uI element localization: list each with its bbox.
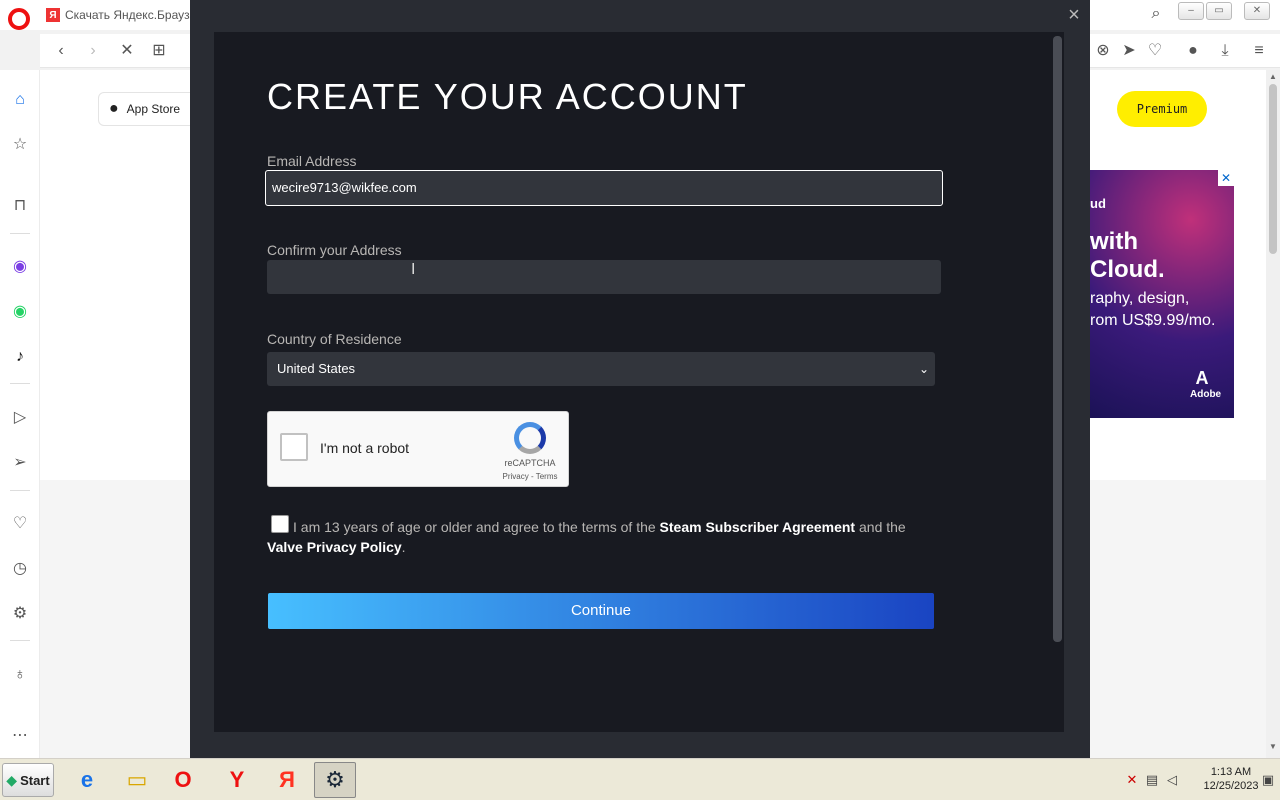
tiktok-icon[interactable]: ♪ — [9, 346, 31, 368]
recaptcha-widget: I'm not a robot reCAPTCHA Privacy - Term… — [267, 411, 569, 487]
adobe-logo-icon: A Adobe — [1190, 368, 1222, 400]
sidebar-divider — [10, 490, 30, 491]
recaptcha-brand: reCAPTCHA — [504, 458, 556, 468]
start-button[interactable]: ◆ Start — [2, 763, 54, 797]
network-icon[interactable]: ▤ — [1142, 770, 1162, 790]
yandex-favicon-icon: Я — [46, 8, 60, 22]
subscriber-agreement-link[interactable]: Steam Subscriber Agreement — [660, 519, 856, 535]
ad-body-line: rom US$9.99/mo. — [1090, 312, 1216, 329]
folder-icon[interactable]: ▭ — [116, 762, 158, 798]
scrollbar-thumb[interactable] — [1269, 84, 1277, 254]
text-cursor-icon: I — [411, 261, 416, 278]
confirm-email-field[interactable] — [267, 260, 941, 294]
shopping-bag-icon[interactable]: ⊓ — [9, 195, 31, 217]
browser-tab[interactable]: Я Скачать Яндекс.Браузе — [46, 5, 196, 25]
app-store-button[interactable]: ● App Store — [98, 92, 198, 126]
back-icon[interactable]: ‹ — [50, 40, 72, 62]
block-icon[interactable]: ⊗ — [1092, 40, 1114, 62]
app-store-label: App Store — [126, 102, 181, 116]
ad-brand: Adobe — [1190, 389, 1222, 400]
forward-icon[interactable]: › — [82, 40, 104, 62]
yandex-icon[interactable]: Я — [266, 762, 308, 798]
steam-icon[interactable]: ⚙ — [314, 762, 356, 798]
whatsapp-icon[interactable]: ◉ — [9, 301, 31, 323]
confirm-email-label: Confirm your Address — [267, 242, 402, 258]
download-icon[interactable]: ⤓ — [1214, 40, 1236, 62]
ad-headline-line: Cloud. — [1090, 256, 1165, 283]
agreement-suffix: . — [401, 539, 406, 555]
home-icon[interactable]: ⌂ — [9, 89, 31, 111]
start-label: Start — [20, 772, 50, 788]
ad-body: raphy, design, rom US$9.99/mo. — [1090, 288, 1215, 332]
opera-logo-icon[interactable] — [8, 8, 30, 30]
recaptcha-logo-icon — [514, 422, 546, 454]
history-clock-icon[interactable]: ◷ — [9, 558, 31, 580]
send-icon[interactable]: ➤ — [1118, 40, 1140, 62]
windows-logo-icon: ◆ — [6, 771, 18, 788]
continue-button[interactable]: Continue — [268, 593, 934, 629]
settings-gear-icon[interactable]: ⚙ — [9, 603, 31, 625]
network-error-icon[interactable]: ✕ — [1122, 770, 1142, 790]
messenger-icon[interactable]: ◉ — [9, 256, 31, 278]
scroll-down-icon[interactable]: ▼ — [1266, 742, 1280, 754]
privacy-policy-link[interactable]: Valve Privacy Policy — [267, 539, 402, 555]
apple-icon: ● — [109, 100, 119, 117]
recaptcha-checkbox[interactable] — [280, 433, 308, 461]
email-field[interactable]: wecire9713@wikfee.com — [265, 170, 943, 206]
show-desktop-icon[interactable]: ▣ — [1258, 770, 1278, 790]
flow-send-icon[interactable]: ➢ — [9, 452, 31, 474]
menu-icon[interactable]: ≡ — [1248, 40, 1270, 62]
agreement-middle: and the — [855, 519, 906, 535]
taskbar: ◆ Start e ▭ O Y Я ⚙ ✕ ▤ ◁ 1:13 AM 12/25/… — [0, 758, 1280, 800]
maximize-button[interactable]: ▭ — [1206, 2, 1232, 20]
player-icon[interactable]: ▷ — [9, 407, 31, 429]
stop-loading-icon[interactable]: ✕ — [116, 40, 138, 62]
more-dots-icon[interactable]: ⋯ — [9, 725, 31, 747]
bookmarks-star-icon[interactable]: ☆ — [9, 134, 31, 156]
sidebar: ⌂ ☆ ⊓ ◉ ◉ ♪ ▷ ➢ ♡ ◷ ⚙ ♁ ⋯ — [0, 70, 40, 758]
heart-icon[interactable]: ♡ — [1144, 40, 1166, 62]
volume-muted-icon[interactable]: ◁ — [1162, 770, 1182, 790]
premium-button[interactable]: Premium — [1117, 91, 1207, 127]
sidebar-divider — [10, 233, 30, 234]
country-label: Country of Residence — [267, 331, 402, 347]
modal-close-icon[interactable]: × — [1064, 5, 1084, 25]
chevron-down-icon: ⌄ — [919, 362, 930, 376]
age-agreement-text: I am 13 years of age or older and agree … — [267, 517, 937, 557]
adobe-ad-banner[interactable]: ud with Cloud. raphy, design, rom US$9.9… — [1090, 170, 1234, 418]
ad-headline: with Cloud. — [1090, 228, 1165, 284]
country-selected-value: United States — [277, 361, 356, 376]
pinboard-heart-icon[interactable]: ♡ — [9, 513, 31, 535]
clock[interactable]: 1:13 AM 12/25/2023 — [1196, 765, 1266, 793]
modal-scrollbar[interactable] — [1053, 36, 1062, 642]
page-scrollbar[interactable]: ▲ ▼ — [1266, 70, 1280, 758]
ad-headline-line: with — [1090, 228, 1138, 255]
yandex-browser-icon[interactable]: Y — [216, 762, 258, 798]
tabs-grid-icon[interactable]: ⊞ — [148, 40, 170, 62]
clock-time: 1:13 AM — [1210, 766, 1252, 778]
agree-checkbox[interactable] — [271, 515, 289, 533]
ad-close-icon[interactable]: ✕ — [1218, 170, 1234, 186]
clock-date: 12/25/2023 — [1203, 780, 1259, 792]
sidebar-divider — [10, 640, 30, 641]
profile-icon[interactable]: ● — [1182, 40, 1204, 62]
ad-body-line: raphy, design, — [1090, 290, 1190, 307]
recaptcha-label: I'm not a robot — [320, 440, 410, 456]
scroll-up-icon[interactable]: ▲ — [1266, 72, 1280, 84]
lightbulb-icon[interactable]: ♁ — [9, 664, 31, 686]
ad-line: ud — [1090, 196, 1106, 211]
internet-explorer-icon[interactable]: e — [66, 762, 108, 798]
email-label: Email Address — [267, 153, 357, 169]
agreement-prefix: I am 13 years of age or older and agree … — [293, 519, 660, 535]
recaptcha-privacy-terms-link[interactable]: Privacy - Terms — [490, 472, 570, 481]
country-select[interactable]: United States ⌄ — [267, 352, 935, 386]
page-title: CREATE YOUR ACCOUNT — [267, 76, 748, 117]
sidebar-divider — [10, 383, 30, 384]
window-close-button[interactable]: ✕ — [1244, 2, 1270, 20]
opera-taskbar-icon[interactable]: O — [162, 762, 204, 798]
tab-search-icon[interactable]: ⌕ — [1146, 5, 1166, 25]
minimize-button[interactable]: – — [1178, 2, 1204, 20]
tab-title: Скачать Яндекс.Браузе — [65, 8, 197, 22]
